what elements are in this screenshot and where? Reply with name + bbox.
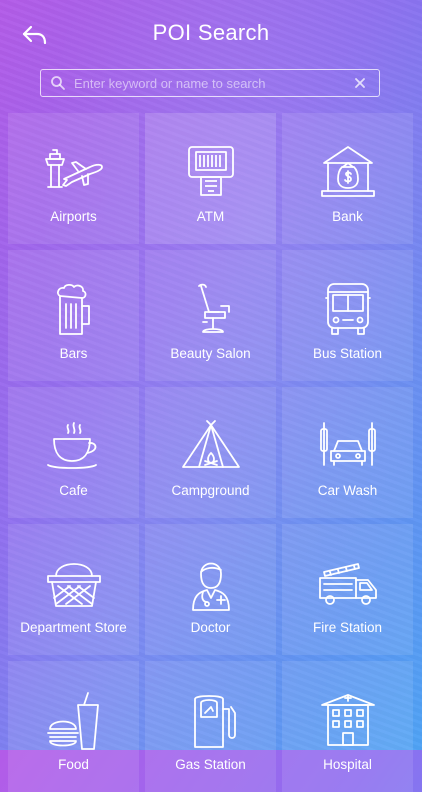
fire-truck-icon [316, 552, 380, 616]
bank-icon [316, 141, 380, 205]
category-tile-bars[interactable]: Bars [8, 250, 139, 381]
category-label: Bus Station [312, 346, 383, 361]
category-tile-car-wash[interactable]: Car Wash [282, 387, 413, 518]
category-label: Bars [59, 346, 88, 361]
category-label: Fire Station [312, 620, 383, 635]
category-tile-fire-station[interactable]: Fire Station [282, 524, 413, 655]
category-label: Car Wash [317, 483, 378, 498]
category-tile-hospital[interactable]: Hospital [282, 661, 413, 792]
category-label: ATM [196, 209, 225, 224]
close-icon [355, 78, 365, 88]
category-tile-atm[interactable]: ATM [145, 113, 276, 244]
car-wash-icon [316, 415, 380, 479]
category-label: Campground [171, 483, 250, 498]
category-label: Hospital [323, 757, 372, 772]
category-tile-food[interactable]: Food [8, 661, 139, 792]
category-tile-department-store[interactable]: Department Store [8, 524, 139, 655]
category-label: Bank [332, 209, 363, 224]
bus-icon [316, 278, 380, 342]
airport-icon [42, 141, 106, 205]
search-bar [40, 69, 380, 97]
category-label: Airports [50, 209, 97, 224]
gas-pump-icon [179, 689, 243, 753]
food-icon [42, 689, 106, 753]
category-label: Food [58, 757, 89, 772]
coffee-cup-icon [42, 415, 106, 479]
category-label: Doctor [190, 620, 231, 635]
salon-chair-icon [179, 278, 243, 342]
header: POI Search [0, 0, 422, 68]
beer-icon [42, 278, 106, 342]
category-tile-gas-station[interactable]: Gas Station [145, 661, 276, 792]
basket-icon [42, 552, 106, 616]
category-tile-beauty-salon[interactable]: Beauty Salon [145, 250, 276, 381]
search-icon [51, 76, 65, 90]
clear-search-button[interactable] [353, 76, 367, 90]
category-label: Department Store [20, 620, 127, 635]
category-grid: Airports ATM Bank Bars Beauty Salon Bus … [8, 113, 413, 792]
hospital-icon [316, 689, 380, 753]
doctor-icon [179, 552, 243, 616]
category-label: Beauty Salon [170, 346, 251, 361]
page-title: POI Search [152, 20, 270, 45]
category-label: Gas Station [175, 757, 246, 772]
category-tile-bus-station[interactable]: Bus Station [282, 250, 413, 381]
atm-icon [179, 141, 243, 205]
search-input[interactable] [66, 70, 353, 96]
category-tile-airports[interactable]: Airports [8, 113, 139, 244]
category-label: Cafe [59, 483, 88, 498]
category-tile-doctor[interactable]: Doctor [145, 524, 276, 655]
category-tile-cafe[interactable]: Cafe [8, 387, 139, 518]
category-tile-bank[interactable]: Bank [282, 113, 413, 244]
tent-icon [179, 415, 243, 479]
category-tile-campground[interactable]: Campground [145, 387, 276, 518]
